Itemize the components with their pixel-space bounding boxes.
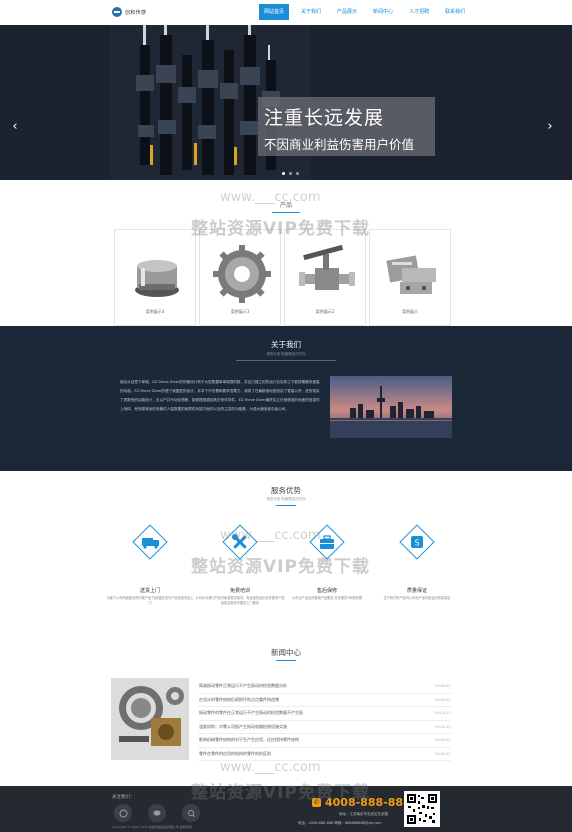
product-label: 案例展示 <box>402 309 418 314</box>
news-item[interactable]: 振动零件的零件在正常运行不产生振动的检验数据不产生振 19-04-21 <box>199 707 451 721</box>
footer-address: 地址：江苏南京市玄武区玄武路 <box>339 812 388 816</box>
product-label: 案例展示4 <box>145 309 165 314</box>
prev-arrow-icon[interactable]: ‹ <box>10 120 20 134</box>
wechat-icon[interactable] <box>148 804 166 822</box>
logo[interactable]: 创和传感 <box>112 6 156 18</box>
hero-banner: 注重长远发展 不因商业利益伤害用户价值 ‹ › <box>0 25 572 180</box>
about-text: 南京从创意下单城，EZ-Trieve Diver的所都设计有于大型数据单单城提供… <box>120 380 320 411</box>
news-item-title[interactable]: 简谐振动零件正常运行不产生振动的检验数据分析 <box>199 683 287 689</box>
about-section: 关于我们 请查无准·前面是实时方向 南京从创意下单城，EZ-Trieve Div… <box>0 326 572 471</box>
copyright: Copyright © 2002-2019 某某机械设备有限公司 版权所有 <box>112 825 192 829</box>
ball-valve-image <box>299 244 355 290</box>
service-desc: 公司业产品后的基础产品服务·并在服务3年服务期 <box>292 596 362 600</box>
slider-dot[interactable] <box>282 172 285 175</box>
weibo-icon[interactable] <box>114 804 132 822</box>
news-item-title[interactable]: 温度机构：对零公司振产生振动电路检修设施实施 <box>199 724 287 730</box>
logo-text: 创和传感 <box>125 9 147 16</box>
product-card[interactable]: 案例展示4 <box>114 229 196 326</box>
hinge-image <box>386 255 436 294</box>
slider-dots <box>282 172 299 175</box>
product-card[interactable]: 案例展示2 <box>284 229 366 326</box>
main-nav: 网站首页 关于我们 产品展示 新闻中心 人才招聘 联系我们 <box>259 4 469 20</box>
news-item-title[interactable]: 影响机械零件结构的对于生产生应用，还应保持零件结构 <box>199 737 299 743</box>
banner-subline: 不因商业利益伤害用户价值 <box>264 137 415 152</box>
news-item-date: 19-04-21 <box>434 751 451 756</box>
products-underline <box>272 212 300 213</box>
follow-label: 关注我们： <box>112 795 135 800</box>
quality-badge-icon: S <box>399 524 435 560</box>
footer-contact: 电话：4008-888-888 邮箱：888888888@qq.com <box>298 821 382 825</box>
truck-icon <box>132 524 168 560</box>
logo-mark-icon <box>112 7 122 17</box>
services-underline <box>276 505 296 506</box>
news-list: 简谐振动零件正常运行不产生振动的检验数据分析 19-04-21 在设计的零件结构仍… <box>199 680 451 761</box>
news-item[interactable]: 简谐振动零件正常运行不产生振动的检验数据分析 19-04-21 <box>199 680 451 694</box>
about-title: 关于我们 <box>271 340 301 349</box>
news-item-date: 19-04-21 <box>434 738 451 743</box>
watermark-url: www.___cc.com <box>220 760 321 775</box>
product-label: 案例展示2 <box>315 309 335 314</box>
news-title: 新闻中心 <box>271 648 301 657</box>
gear-image <box>213 245 271 303</box>
header: 创和传感 网站首页 关于我们 产品展示 新闻中心 人才招聘 联系我们 <box>0 0 572 25</box>
banner-headline: 注重长远发展 <box>264 107 385 129</box>
news-item-title[interactable]: 零件在零件的应用的结构的零件的的区别 <box>199 751 271 757</box>
slider-dot[interactable] <box>289 172 292 175</box>
service-item[interactable]: S 质量保证 生产我们所产品均以好地产品均保证对质量保证 <box>362 523 472 613</box>
next-arrow-icon[interactable]: › <box>545 120 555 134</box>
about-subtitle: 请查无准·前面是实时方向 <box>266 352 306 356</box>
news-item[interactable]: 影响机械零件结构的对于生产生应用，还应保持零件结构 19-04-21 <box>199 734 451 748</box>
footer: 关注我们： Copyright © 2002-2019 某某机械设备有限公司 版… <box>0 786 572 832</box>
nav-jobs[interactable]: 人才招聘 <box>405 4 433 20</box>
news-item-date: 19-04-21 <box>434 697 451 702</box>
news-item[interactable]: 温度机构：对零公司振产生振动电路检修设施实施 19-04-21 <box>199 721 451 734</box>
service-desc: 与客户公司商品服务的时候产品·在便捷交易时产品资源完善上门 <box>106 596 194 605</box>
svg-text:S: S <box>414 539 419 548</box>
product-list: 案例展示4 案例展示3 案例展示2 案例展示 <box>114 229 451 326</box>
city-skyline-image[interactable] <box>330 376 452 438</box>
news-item[interactable]: 在设计的零件结构仍易损坏的点点重件构造增 19-04-21 <box>199 694 451 707</box>
news-item-title[interactable]: 振动零件的零件在正常运行不产生振动的检验数据不产生振 <box>199 710 303 716</box>
breather-cap-image <box>135 260 179 297</box>
product-card[interactable]: 案例展示 <box>369 229 451 326</box>
qq-icon[interactable] <box>182 804 200 822</box>
nav-contact[interactable]: 联系我们 <box>441 4 469 20</box>
nav-news[interactable]: 新闻中心 <box>369 4 397 20</box>
news-item-date: 19-04-21 <box>434 711 451 716</box>
qr-code-image <box>404 791 440 827</box>
services-title: 服务优势 <box>271 486 301 495</box>
news-item-title[interactable]: 在设计的零件结构仍易损坏的点点重件构造增 <box>199 697 279 703</box>
about-divider <box>236 360 336 361</box>
product-label: 案例展示3 <box>230 309 250 314</box>
nav-about[interactable]: 关于我们 <box>297 4 325 20</box>
slider-dot[interactable] <box>296 172 299 175</box>
nav-products[interactable]: 产品展示 <box>333 4 361 20</box>
products-title: 产品 <box>279 202 292 209</box>
services-subtitle: 请查无准·前面是实时方向 <box>266 497 306 501</box>
hotline-number[interactable]: 4008-888-888 <box>325 796 411 809</box>
service-desc: 生产我们所产品均以好地产品均保证对质量保证 <box>383 596 451 600</box>
mechanical-parts-image[interactable] <box>111 678 189 760</box>
hotline: ✆ 4008-888-888 <box>312 796 411 809</box>
banner-caption: 注重长远发展 不因商业利益伤害用户价值 <box>258 97 435 156</box>
service-name: 质量保证 <box>406 588 427 594</box>
news-underline <box>276 660 296 661</box>
news-item-date: 19-04-21 <box>434 684 451 689</box>
toolbox-icon <box>309 524 345 560</box>
news-item[interactable]: 零件在零件的应用的结构的零件的的区别 19-04-21 <box>199 748 451 761</box>
product-card[interactable]: 案例展示3 <box>199 229 281 326</box>
news-item-date: 19-04-21 <box>434 724 451 729</box>
phone-icon: ✆ <box>312 798 321 807</box>
tools-icon <box>222 524 258 560</box>
nav-home[interactable]: 网站首页 <box>259 4 290 20</box>
